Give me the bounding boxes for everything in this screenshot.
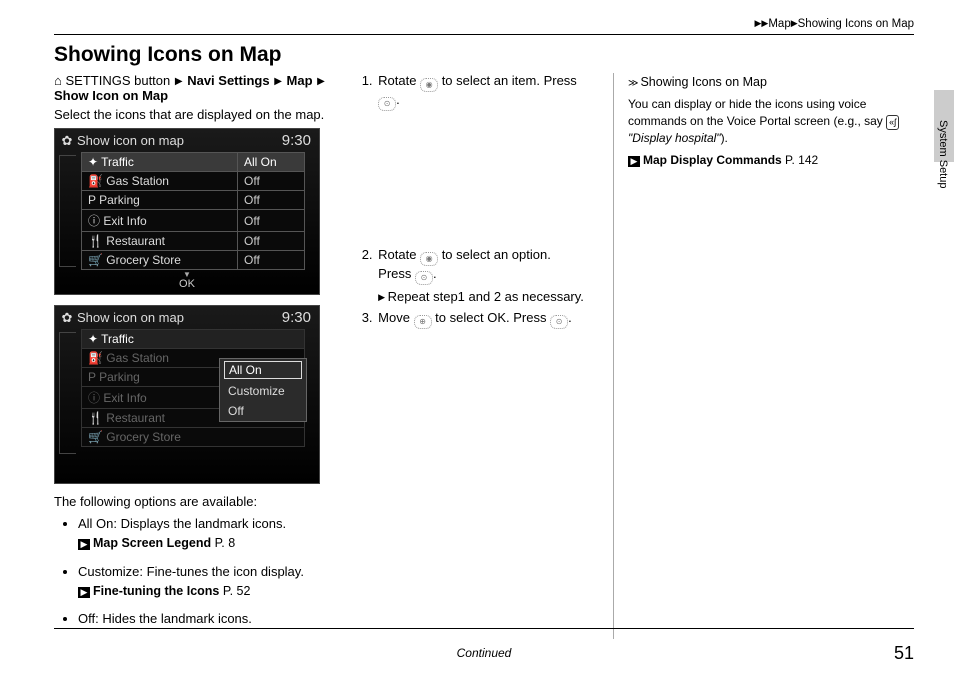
steps-list: Rotate ◉ to select an item. Press ⊙. xyxy=(358,73,585,111)
option-off: Off: Hides the landmark icons. xyxy=(78,611,252,626)
options-list: All On: Displays the landmark icons. ▶Ma… xyxy=(54,515,330,629)
press-icon: ⊙ xyxy=(550,315,568,329)
rotate-dial-icon: ◉ xyxy=(420,78,438,92)
option-all-on: All On: Displays the landmark icons. xyxy=(78,516,286,531)
book-icon: ▶ xyxy=(628,156,640,167)
press-icon: ⊙ xyxy=(415,271,433,285)
gear-icon: ✿ xyxy=(61,310,73,326)
sidebar-notes: ≫Showing Icons on Map You can display or… xyxy=(613,73,914,639)
page-number: 51 xyxy=(894,643,914,664)
move-icon: ⊕ xyxy=(414,315,432,329)
book-icon: ▶ xyxy=(78,587,90,598)
clock: 9:30 xyxy=(282,132,311,149)
options-intro: The following options are available: xyxy=(54,494,330,509)
continued-label: Continued xyxy=(54,646,914,660)
step-3: Move ⊕ to select OK. Press ⊙. xyxy=(376,310,585,329)
settings-button-icon: ⌂ xyxy=(54,73,62,88)
voice-icon: «ʃ xyxy=(886,115,899,130)
section-label: System Setup xyxy=(937,120,949,188)
option-customize: Customize: Fine-tunes the icon display. xyxy=(78,564,304,579)
press-icon: ⊙ xyxy=(378,97,396,111)
gear-icon: ✿ xyxy=(61,133,73,149)
rotate-dial-icon: ◉ xyxy=(420,252,438,266)
chevron-icon: ≫ xyxy=(628,78,638,89)
icon-table: ✦ TrafficAll On ⛽ Gas StationOff P Parki… xyxy=(81,152,305,270)
step-1: Rotate ◉ to select an item. Press ⊙. xyxy=(376,73,585,111)
clock: 9:30 xyxy=(282,309,311,326)
screenshot-show-icon-list: ✿Show icon on map 9:30 ✦ TrafficAll On ⛽… xyxy=(54,128,320,295)
nav-path: ⌂ SETTINGS button ▶ Navi Settings ▶ Map … xyxy=(54,73,330,103)
page-title: Showing Icons on Map xyxy=(54,43,914,67)
breadcrumb: ▶▶Map▶Showing Icons on Map xyxy=(54,18,914,30)
screenshot-show-icon-popup: ✿Show icon on map 9:30 ✦ Traffic ⛽ Gas S… xyxy=(54,305,320,484)
step-2: Rotate ◉ to select an option. Press ⊙. R… xyxy=(376,247,585,304)
option-popup: All On Customize Off xyxy=(219,358,307,422)
book-icon: ▶ xyxy=(78,539,90,550)
intro-text: Select the icons that are displayed on t… xyxy=(54,107,330,122)
